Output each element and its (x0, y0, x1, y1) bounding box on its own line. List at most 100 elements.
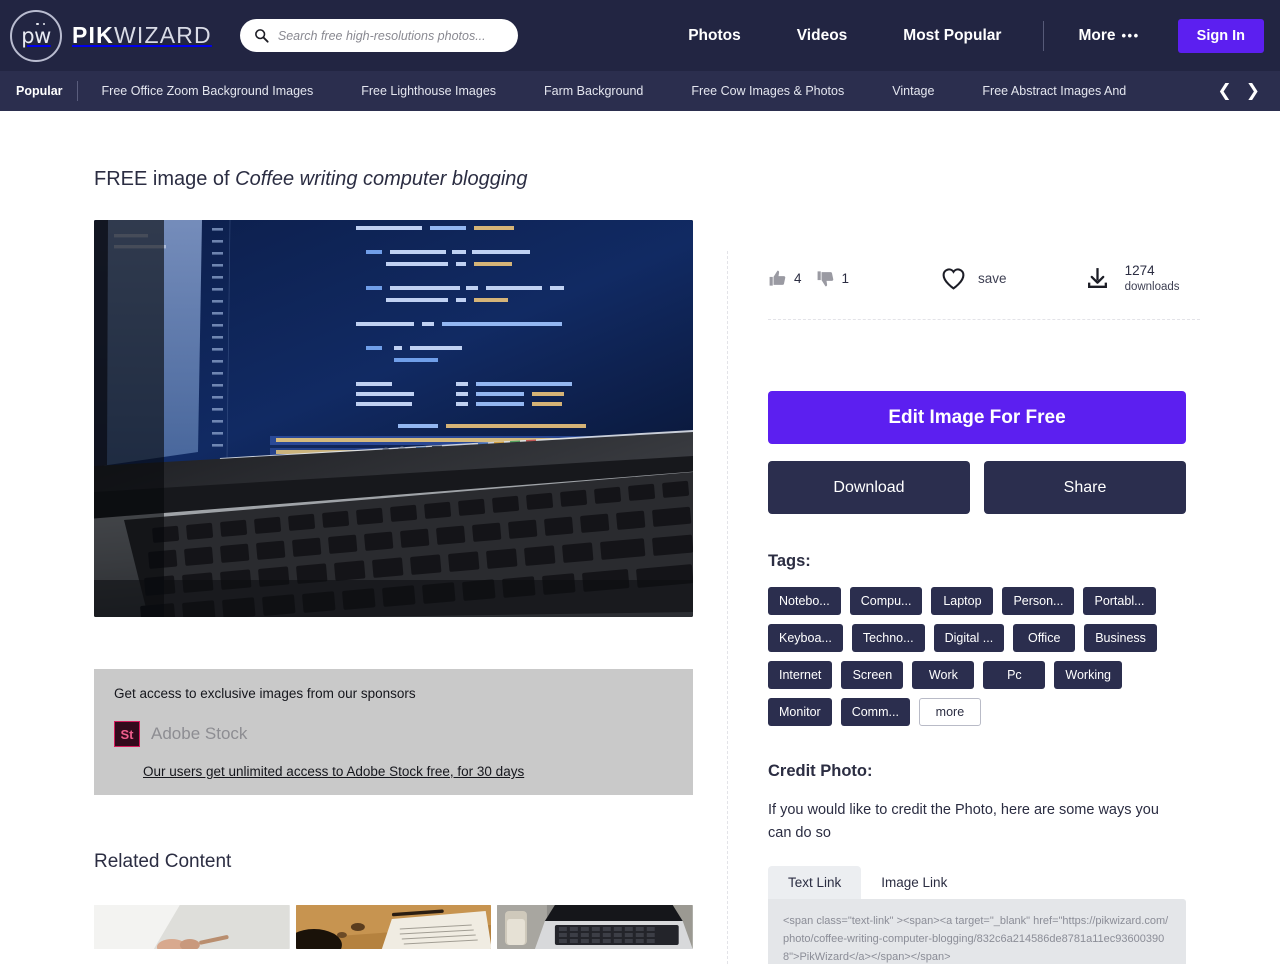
nav-divider (1043, 20, 1045, 51)
like-count: 4 (794, 271, 802, 287)
logo-wordmark: PIKWIZARD (72, 24, 212, 47)
chevron-right-icon[interactable]: ❯ (1246, 82, 1260, 100)
tag-item[interactable]: Monitor (768, 698, 832, 727)
download-icon[interactable] (1085, 266, 1110, 291)
tag-item[interactable]: Office (1013, 624, 1076, 653)
thumbs-up-icon[interactable] (768, 269, 787, 288)
search-input[interactable] (277, 28, 504, 43)
edit-image-button[interactable]: Edit Image For Free (768, 391, 1186, 445)
site-header: pw PIKWIZARD Photos Videos Most Popular … (0, 0, 1280, 71)
related-thumbnail-2[interactable] (295, 905, 492, 949)
download-button[interactable]: Download (768, 461, 970, 515)
search-bar[interactable] (239, 19, 518, 52)
hero-image-graphic (94, 220, 693, 617)
credit-code-snippet[interactable]: <span class="text-link" ><span><a target… (768, 899, 1186, 964)
nav-item-most-popular[interactable]: Most Popular (875, 27, 1029, 45)
tab-image-link[interactable]: Image Link (861, 866, 967, 899)
subnav-item-office-zoom[interactable]: Free Office Zoom Background Images (78, 84, 338, 98)
tag-item[interactable]: Laptop (931, 587, 994, 616)
credit-photo-heading: Credit Photo: (768, 762, 873, 781)
thumbs-down-icon[interactable] (816, 269, 835, 288)
page-title-subject: Coffee writing computer blogging (235, 168, 528, 190)
stats-divider (768, 319, 1200, 321)
adobe-stock-icon: St (114, 721, 140, 747)
nav-item-videos[interactable]: Videos (769, 27, 876, 45)
vote-controls: 4 1 (768, 269, 849, 288)
hero-image[interactable] (94, 220, 693, 617)
related-thumbnails (94, 905, 694, 949)
tags-more-button[interactable]: more (918, 698, 981, 727)
chevron-left-icon[interactable]: ❮ (1218, 82, 1232, 100)
heart-icon[interactable] (941, 267, 966, 290)
sign-in-button[interactable]: Sign In (1177, 18, 1264, 53)
subnav-item-abstract[interactable]: Free Abstract Images And (958, 84, 1150, 98)
subnav-arrow-controls: ❮ ❯ (1207, 82, 1274, 100)
site-logo[interactable]: pw PIKWIZARD (10, 9, 212, 62)
related-thumb-3-graphic (497, 905, 694, 949)
related-thumb-1-graphic (94, 905, 290, 949)
nav-more-label: More (1078, 26, 1116, 44)
subnav-item-lighthouse[interactable]: Free Lighthouse Images (337, 84, 520, 98)
tag-item[interactable]: Working (1054, 661, 1123, 690)
nav-item-photos[interactable]: Photos (660, 27, 769, 45)
pikwizard-circle-logo-icon: pw (10, 9, 62, 62)
tag-list: Notebo... Compu... Laptop Person... Port… (768, 587, 1188, 727)
page-body: FREE image of Coffee writing computer bl… (0, 111, 1280, 964)
credit-photo-description: If you would like to credit the Photo, h… (768, 802, 1159, 841)
tab-text-link[interactable]: Text Link (768, 866, 862, 900)
sponsor-brand: St Adobe Stock (114, 721, 673, 747)
download-label: downloads (1124, 280, 1180, 293)
tag-item[interactable]: Compu... (849, 587, 923, 616)
sponsor-offer-link[interactable]: Our users get unlimited access to Adobe … (143, 764, 524, 779)
left-column: FREE image of Coffee writing computer bl… (0, 111, 727, 964)
tag-item[interactable]: Internet (768, 661, 833, 690)
sponsor-brand-name: Adobe Stock (151, 724, 248, 743)
related-thumb-2-graphic (295, 905, 492, 949)
save-label: save (978, 271, 1007, 287)
logo-pw-text: pw (21, 23, 51, 48)
download-count-block: 1274 downloads (1125, 263, 1180, 294)
tag-item[interactable]: Comm... (840, 698, 910, 727)
subnav-popular-label: Popular (16, 84, 63, 98)
more-ellipsis-icon: ••• (1121, 28, 1140, 43)
related-thumbnail-3[interactable] (497, 905, 694, 949)
right-column: 4 1 save 1274 downloads Edit Image For F… (727, 111, 1280, 964)
image-stats-bar: 4 1 save 1274 downloads (768, 111, 1200, 294)
category-subnav: Popular Free Office Zoom Background Imag… (0, 71, 1280, 111)
tag-item[interactable]: Screen (841, 661, 904, 690)
page-title-prefix: FREE image of (94, 168, 236, 190)
nav-item-more[interactable]: More ••• (1050, 27, 1167, 45)
search-icon (254, 29, 269, 43)
tags-heading: Tags: (768, 552, 811, 571)
download-stats: 1274 downloads (1085, 263, 1180, 294)
tag-item[interactable]: Business (1084, 624, 1157, 653)
save-control[interactable]: save (941, 267, 1007, 290)
sponsor-heading: Get access to exclusive images from our … (114, 686, 416, 701)
dislike-count: 1 (841, 271, 850, 287)
tag-item[interactable]: Digital ... (933, 624, 1005, 653)
credit-tabs: Text Link Image Link (768, 866, 1200, 900)
logo-wordmark-light: WIZARD (113, 22, 212, 48)
tag-item[interactable]: Person... (1002, 587, 1075, 616)
share-button[interactable]: Share (984, 461, 1186, 515)
tag-item[interactable]: Keyboa... (768, 624, 843, 653)
logo-dots-icon (36, 22, 45, 26)
tag-item[interactable]: Portabl... (1083, 587, 1156, 616)
logo-wordmark-bold: PIK (72, 22, 114, 48)
subnav-item-vintage[interactable]: Vintage (868, 84, 958, 98)
tag-item[interactable]: Techno... (851, 624, 925, 653)
sponsor-banner: Get access to exclusive images from our … (94, 669, 693, 795)
related-content-heading: Related Content (94, 851, 232, 872)
download-count: 1274 (1124, 263, 1155, 278)
page-title: FREE image of Coffee writing computer bl… (94, 111, 693, 192)
main-navigation: Photos Videos Most Popular More ••• Sign… (660, 18, 1264, 53)
subnav-item-farm-background[interactable]: Farm Background (520, 84, 667, 98)
subnav-item-list: Free Office Zoom Background Images Free … (78, 84, 1208, 98)
column-divider (727, 251, 728, 964)
related-thumbnail-1[interactable] (94, 905, 290, 949)
subnav-item-cow-images[interactable]: Free Cow Images & Photos (667, 84, 868, 98)
action-button-row: Download Share (768, 461, 1200, 515)
tag-item[interactable]: Notebo... (768, 587, 841, 616)
tag-item[interactable]: Pc (983, 661, 1046, 690)
tag-item[interactable]: Work (912, 661, 975, 690)
